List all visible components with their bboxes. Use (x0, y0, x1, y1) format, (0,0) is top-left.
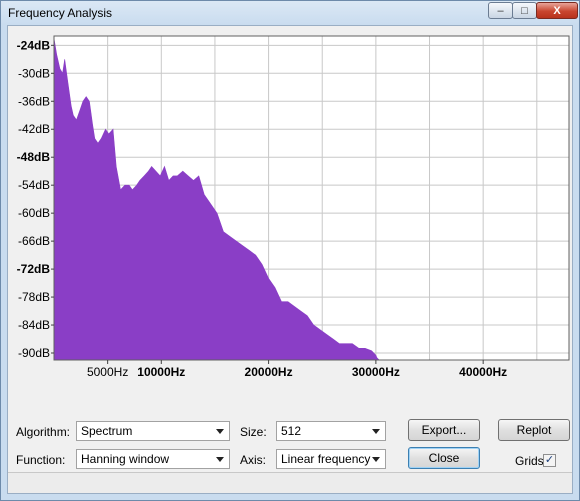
x-tick-label: 40000Hz (459, 365, 507, 378)
y-tick-label: -30dB (18, 66, 50, 80)
close-button[interactable]: Close (408, 447, 480, 469)
chevron-down-icon (216, 429, 224, 434)
chevron-down-icon (372, 429, 380, 434)
x-tick-label: 20000Hz (245, 365, 293, 378)
size-label: Size: (240, 425, 267, 439)
function-value: Hanning window (81, 452, 170, 466)
dialog-body: -24dB -30dB -36dB -42dB -48dB -54dB -60dB -66dB… (7, 25, 573, 494)
y-tick-label: -36dB (18, 94, 50, 108)
replot-button-label: Replot (516, 423, 552, 437)
y-tick-label: -24dB (17, 38, 51, 52)
size-value: 512 (281, 424, 302, 438)
replot-button[interactable]: Replot (498, 419, 570, 441)
frequency-analysis-window: Frequency Analysis – □ X -24dB -30dB -36dB… (0, 0, 580, 501)
algorithm-select[interactable]: Spectrum (76, 421, 230, 441)
close-button-label: Close (428, 451, 460, 465)
window-title: Frequency Analysis (8, 6, 113, 20)
grids-checkbox[interactable]: ✓ (543, 454, 556, 467)
close-icon: X (553, 4, 561, 17)
y-tick-label: -66dB (18, 234, 50, 248)
algorithm-value: Spectrum (81, 424, 133, 438)
axis-select[interactable]: Linear frequency (276, 449, 386, 469)
axis-label: Axis: (240, 453, 267, 467)
function-label: Function: (16, 453, 66, 467)
x-tick-label: 5000Hz (87, 365, 128, 378)
minimize-button[interactable]: – (488, 2, 513, 19)
y-tick-label: -84dB (18, 318, 50, 332)
x-tick-label: 10000Hz (137, 365, 185, 378)
y-tick-label: -42dB (18, 122, 50, 136)
maximize-button[interactable]: □ (512, 2, 537, 19)
minimize-icon: – (497, 4, 504, 17)
chevron-down-icon (216, 457, 224, 462)
status-bar (8, 472, 572, 493)
maximize-icon: □ (521, 4, 528, 17)
y-tick-label: -54dB (18, 178, 50, 192)
y-tick-label: -60dB (18, 206, 50, 220)
x-tick-label: 30000Hz (352, 365, 400, 378)
function-select[interactable]: Hanning window (76, 449, 230, 469)
spectrum-plot: -24dB -30dB -36dB -42dB -48dB -54dB -60dB -66dB… (17, 35, 570, 378)
size-select[interactable]: 512 (276, 421, 386, 441)
y-tick-label: -78dB (18, 290, 50, 304)
axis-value: Linear frequency (281, 452, 371, 466)
y-tick-label: -48dB (17, 150, 51, 164)
algorithm-label: Algorithm: (16, 425, 71, 439)
grids-label: Grids (515, 454, 544, 468)
export-button[interactable]: Export... (408, 419, 480, 441)
close-window-button[interactable]: X (536, 2, 578, 19)
chevron-down-icon (372, 457, 380, 462)
title-bar[interactable]: Frequency Analysis – □ X (1, 1, 579, 27)
y-tick-label: -72dB (17, 262, 51, 276)
y-tick-label: -90dB (18, 346, 50, 360)
checkmark-icon: ✓ (544, 454, 555, 466)
export-button-label: Export... (421, 423, 467, 437)
